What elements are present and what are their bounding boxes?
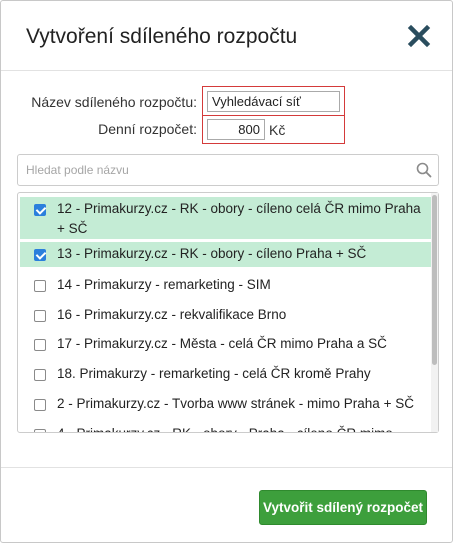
campaign-checkbox[interactable] [34, 204, 46, 216]
search-icon[interactable] [416, 162, 432, 178]
campaign-checkbox[interactable] [34, 369, 46, 381]
campaign-checkbox[interactable] [34, 280, 46, 292]
campaign-label: 4 - Primakurzy.cz - RK - obory - Praha -… [57, 424, 431, 432]
campaign-label: 17 - Primakurzy.cz - Města - celá ČR mim… [57, 336, 387, 351]
campaign-item[interactable]: 12 - Primakurzy.cz - RK - obory - cíleno… [20, 197, 431, 239]
campaign-label: 16 - Primakurzy.cz - rekvalifikace Brno [57, 307, 287, 322]
campaign-item[interactable]: 16 - Primakurzy.cz - rekvalifikace Brno [20, 304, 431, 328]
dialog-header: Vytvoření sdíleného rozpočtu [1, 1, 452, 71]
close-icon[interactable] [406, 23, 432, 49]
budget-name-label: Název sdíleného rozpočtu: [31, 94, 197, 110]
currency-label: Kč [269, 122, 286, 138]
campaign-item[interactable]: 4 - Primakurzy.cz - RK - obory - Praha -… [20, 423, 431, 432]
campaign-checkbox[interactable] [34, 339, 46, 351]
campaign-label: 18. Primakurzy - remarketing - celá ČR k… [57, 366, 371, 381]
campaign-label: 13 - Primakurzy.cz - RK - obory - cíleno… [57, 246, 367, 261]
list-scrollbar[interactable] [431, 193, 438, 432]
footer-divider [1, 467, 452, 468]
campaign-item[interactable]: 13 - Primakurzy.cz - RK - obory - cíleno… [20, 242, 431, 267]
campaign-item[interactable]: 2 - Primakurzy.cz - Tvorba www stránek -… [20, 393, 431, 417]
campaign-label: 14 - Primakurzy - remarketing - SIM [57, 277, 271, 292]
daily-budget-input[interactable] [207, 119, 265, 140]
budget-name-input[interactable] [207, 91, 340, 112]
campaign-label: 12 - Primakurzy.cz - RK - obory - cíleno… [57, 201, 421, 236]
create-shared-budget-button[interactable]: Vytvořit sdílený rozpočet [259, 490, 427, 525]
campaign-item[interactable]: 17 - Primakurzy.cz - Města - celá ČR mim… [20, 333, 431, 357]
search-input[interactable] [26, 161, 406, 179]
dialog-title: Vytvoření sdíleného rozpočtu [26, 25, 298, 48]
scrollbar-thumb[interactable] [432, 195, 437, 365]
campaign-list[interactable]: 12 - Primakurzy.cz - RK - obory - cíleno… [17, 192, 439, 433]
shared-budget-dialog: Vytvoření sdíleného rozpočtu Název sdíle… [0, 0, 453, 543]
campaign-checkbox[interactable] [34, 399, 46, 411]
campaign-label: 2 - Primakurzy.cz - Tvorba www stránek -… [57, 396, 414, 411]
campaign-checkbox[interactable] [34, 249, 46, 261]
campaign-checkbox[interactable] [34, 310, 46, 322]
campaign-checkbox[interactable] [34, 429, 46, 432]
search-box [17, 154, 439, 186]
highlight-divider [202, 115, 345, 116]
campaign-item[interactable]: 18. Primakurzy - remarketing - celá ČR k… [20, 363, 431, 387]
campaign-item[interactable]: 14 - Primakurzy - remarketing - SIM [20, 274, 431, 298]
daily-budget-label: Denní rozpočet: [98, 121, 197, 137]
